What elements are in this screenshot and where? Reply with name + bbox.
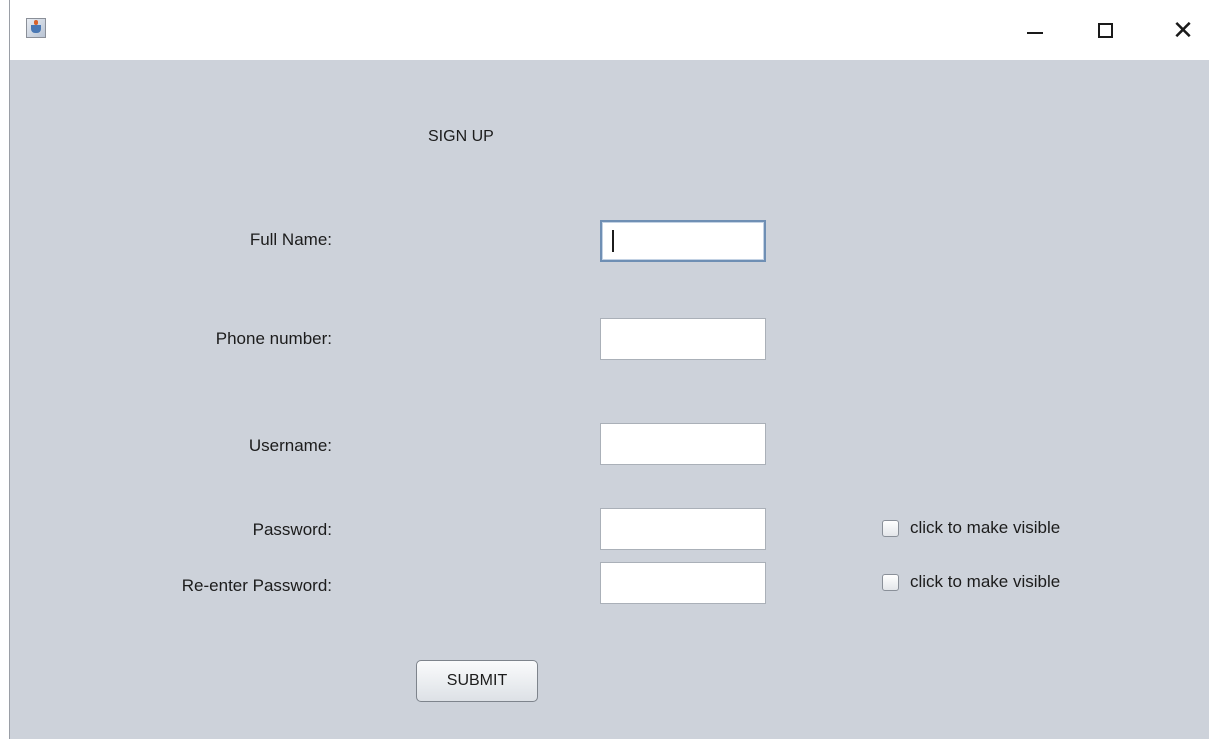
reenter-password-visibility-toggle[interactable]: click to make visible xyxy=(882,572,1060,592)
username-field[interactable] xyxy=(600,423,766,465)
maximize-icon xyxy=(1097,22,1113,38)
password-visibility-checkbox[interactable] xyxy=(882,519,899,537)
full-name-label: Full Name: xyxy=(249,230,332,249)
page-title: SIGN UP xyxy=(428,128,494,145)
password-field[interactable] xyxy=(600,508,766,550)
submit-button[interactable]: SUBMIT xyxy=(416,660,538,702)
reenter-password-visibility-checkbox[interactable] xyxy=(882,573,899,591)
reenter-password-label: Re-enter Password: xyxy=(181,576,332,595)
close-button[interactable]: ✕ xyxy=(1160,10,1206,50)
maximize-button[interactable] xyxy=(1082,10,1128,50)
text-caret xyxy=(612,230,614,252)
phone-number-label: Phone number: xyxy=(215,329,332,348)
reenter-password-field[interactable] xyxy=(600,562,766,604)
app-icon-cup xyxy=(31,25,41,33)
phone-number-field[interactable] xyxy=(600,318,766,360)
password-label: Password: xyxy=(252,520,332,539)
password-visibility-label: click to make visible xyxy=(910,518,1061,537)
minimize-button[interactable] xyxy=(1012,10,1058,50)
close-icon: ✕ xyxy=(1172,15,1194,45)
minimize-icon xyxy=(1027,32,1043,34)
username-label: Username: xyxy=(248,436,332,455)
signup-window: ✕ SIGN UP Full Name: Phone number: Usern… xyxy=(9,0,1209,739)
full-name-field[interactable] xyxy=(600,220,766,262)
title-bar: ✕ xyxy=(10,0,1209,60)
reenter-password-visibility-label: click to make visible xyxy=(910,572,1061,591)
password-visibility-toggle[interactable]: click to make visible xyxy=(882,518,1060,538)
java-cup-icon xyxy=(26,18,46,38)
